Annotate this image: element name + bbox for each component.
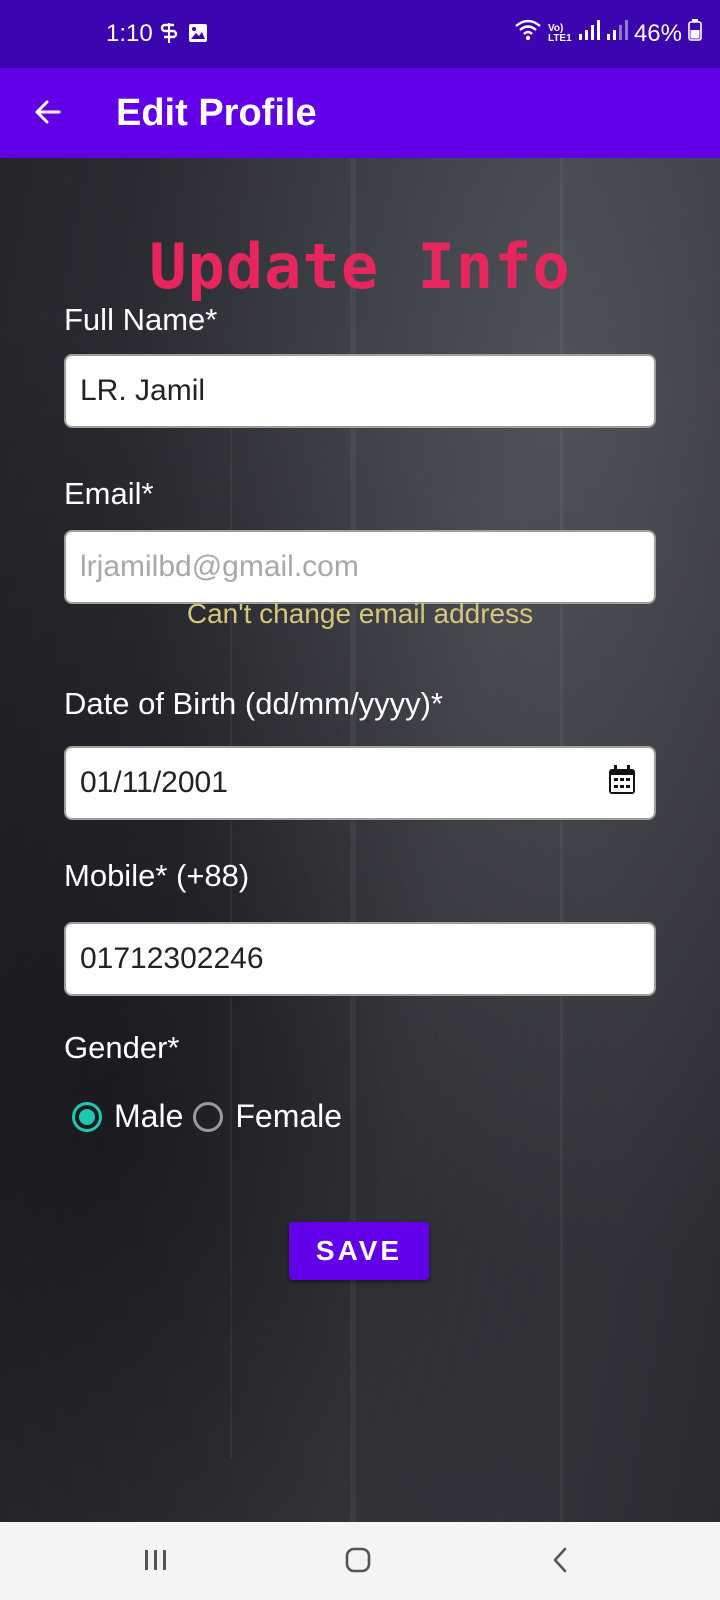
volte-icon: Vo) LTE1 [547,22,572,44]
page-title: Edit Profile [116,92,317,134]
recent-apps-button[interactable] [136,1542,176,1582]
signal-icon [578,19,600,48]
radio-unselected-icon[interactable] [193,1101,224,1132]
status-bar: 1:10 Vo) LTE1 46% [0,0,720,68]
dob-label: Date of Birth (dd/mm/yyyy)* [64,686,443,721]
email-label: Email* [64,476,154,511]
gender-radio-group: Male Female [72,1098,352,1135]
gender-label: Gender* [64,1030,180,1065]
gender-option-female[interactable]: Female [193,1098,342,1135]
signal-icon-secondary [606,19,628,48]
back-button[interactable] [24,90,72,138]
calendar-button[interactable] [604,764,640,800]
radio-selected-icon[interactable] [72,1101,102,1132]
gender-option-male[interactable]: Male [72,1098,183,1135]
sync-icon [160,22,178,49]
app-bar: Edit Profile [0,68,720,158]
full-name-label: Full Name* [64,302,218,337]
calendar-icon [607,764,637,801]
recent-apps-icon [142,1548,170,1577]
gallery-icon [188,23,208,48]
mobile-input[interactable] [64,922,656,996]
arrow-back-icon [33,97,63,132]
battery-icon [688,19,702,48]
wifi-icon [514,18,542,49]
form-container: Update Info Full Name* Email* Can't chan… [0,158,720,1522]
gender-option-label: Male [114,1098,184,1134]
email-helper-text: Can't change email address [186,598,534,629]
dob-input[interactable] [64,746,656,820]
home-icon [344,1546,372,1579]
background-decoration [230,358,232,1458]
save-button[interactable]: SAVE [289,1222,429,1280]
status-time: 1:10 [106,20,153,47]
system-nav-bar [0,1522,720,1600]
battery-percent: 46% [633,19,682,47]
form-heading: Update Info [149,230,571,303]
system-back-button[interactable] [540,1542,580,1582]
mobile-label: Mobile* (+88) [64,858,250,893]
status-notification-icons [160,22,208,49]
chevron-left-icon [550,1546,570,1579]
full-name-input[interactable] [64,354,656,428]
email-input[interactable] [64,530,656,604]
status-system-icons: Vo) LTE1 46% [514,18,702,49]
gender-option-label: Female [235,1098,343,1134]
home-button[interactable] [338,1542,378,1582]
